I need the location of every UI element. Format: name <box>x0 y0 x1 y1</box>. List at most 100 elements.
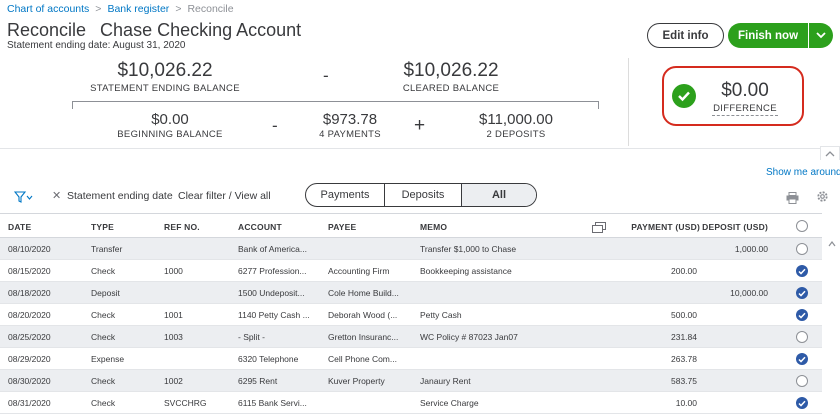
page-title: Reconcile Chase Checking Account <box>7 20 301 41</box>
tab-payments[interactable]: Payments <box>306 184 385 206</box>
table-row[interactable]: 08/18/2020 Deposit 1500 Undeposit... Cole H… <box>0 282 822 304</box>
printer-icon[interactable] <box>786 191 799 209</box>
cleared-checkbox[interactable] <box>796 397 808 409</box>
cell-payment: 10.00 <box>675 398 697 408</box>
breadcrumb-chart-of-accounts-link[interactable]: Chart of accounts <box>7 3 89 15</box>
breadcrumb-current: Reconcile <box>187 3 234 15</box>
column-header-ref[interactable]: REF NO. <box>164 222 200 232</box>
cell-ref: 1002 <box>164 376 183 386</box>
cell-ref: 1001 <box>164 310 183 320</box>
checkmark-icon <box>798 312 806 319</box>
table-row[interactable]: 08/25/2020 Check 1003 - Split - Gretton Insu… <box>0 326 822 348</box>
plus-sign: + <box>414 115 426 136</box>
cleared-checkbox[interactable] <box>796 243 808 255</box>
scrollbar[interactable] <box>826 238 838 420</box>
bracket-divider <box>598 101 599 109</box>
cleared-checkbox[interactable] <box>796 331 808 343</box>
cleared-balance-label: CLEARED BALANCE <box>402 83 500 94</box>
column-header-memo[interactable]: MEMO <box>420 222 447 232</box>
minus-sign: - <box>272 116 278 135</box>
summary-divider <box>628 58 629 146</box>
cell-type: Check <box>91 310 116 320</box>
cell-payee: Gretton Insuranc... <box>328 332 399 342</box>
cell-payment: 500.00 <box>671 310 697 320</box>
show-me-around-link[interactable]: Show me around <box>766 167 840 178</box>
cleared-balance-amount: $10,026.22 <box>403 60 499 81</box>
statement-ending-label: STATEMENT ENDING BALANCE <box>90 83 240 94</box>
cell-ref: SVCCHRG <box>164 398 207 408</box>
column-header-type[interactable]: TYPE <box>91 222 114 232</box>
minus-sign: - <box>323 66 329 85</box>
difference-label: DIFFERENCE <box>712 103 778 116</box>
cell-memo: Janaury Rent <box>420 376 471 386</box>
cell-deposit: 10,000.00 <box>730 288 768 298</box>
collapse-summary-button[interactable] <box>820 146 840 160</box>
checkmark-icon <box>798 290 806 297</box>
filter-icon[interactable] <box>13 190 34 208</box>
cell-type: Check <box>91 398 116 408</box>
cell-date: 08/10/2020 <box>8 244 51 254</box>
column-header-date[interactable]: DATE <box>8 222 31 232</box>
cleared-checkbox[interactable] <box>796 375 808 387</box>
cell-payee: Deborah Wood (... <box>328 310 398 320</box>
cell-account: Bank of America... <box>238 244 307 254</box>
select-all-checkbox[interactable] <box>796 220 808 232</box>
cleared-checkbox[interactable] <box>796 287 808 299</box>
cell-deposit: 1,000.00 <box>734 244 768 254</box>
checkmark-icon <box>798 268 806 275</box>
edit-info-button[interactable]: Edit info <box>647 23 724 48</box>
breadcrumb: Chart of accounts > Bank register > Reconcil… <box>7 3 234 15</box>
table-row[interactable]: 08/10/2020 Transfer Bank of America... Tran… <box>0 238 822 260</box>
checkmark-icon <box>798 400 806 407</box>
cell-memo: Bookkeeping assistance <box>420 266 512 276</box>
breadcrumb-bank-register-link[interactable]: Bank register <box>107 3 169 15</box>
finish-now-button[interactable]: Finish now <box>728 23 808 48</box>
table-row[interactable]: 08/31/2020 Check SVCCHRG 6115 Bank Servi...… <box>0 392 822 414</box>
cell-payment: 231.84 <box>671 332 697 342</box>
cell-payee: Kuver Property <box>328 376 385 386</box>
cleared-checkbox[interactable] <box>796 265 808 277</box>
cell-account: - Split - <box>238 332 265 342</box>
cell-type: Check <box>91 332 116 342</box>
column-header-deposit[interactable]: DEPOSIT (USD) <box>700 222 768 232</box>
payments-summary: $973.78 4 PAYMENTS <box>300 111 400 140</box>
remove-filter-icon[interactable]: ✕ <box>52 189 61 202</box>
expand-memo-icon[interactable] <box>592 220 606 238</box>
cell-payee: Cell Phone Com... <box>328 354 397 364</box>
column-header-payment[interactable]: PAYMENT (USD) <box>620 222 700 232</box>
cell-date: 08/20/2020 <box>8 310 51 320</box>
section-divider <box>0 148 822 149</box>
tab-all[interactable]: All <box>462 184 536 206</box>
chevron-down-icon <box>816 32 826 39</box>
cell-payment: 263.78 <box>671 354 697 364</box>
deposits-total: $11,000.00 <box>479 111 553 128</box>
column-header-payee[interactable]: PAYEE <box>328 222 356 232</box>
account-name: Chase Checking Account <box>100 20 302 40</box>
cleared-checkbox[interactable] <box>796 353 808 365</box>
beginning-balance-amount: $0.00 <box>151 111 189 128</box>
cell-payment: 200.00 <box>671 266 697 276</box>
cell-date: 08/18/2020 <box>8 288 51 298</box>
column-header-account[interactable]: ACCOUNT <box>238 222 282 232</box>
table-row[interactable]: 08/30/2020 Check 1002 6295 Rent Kuver Proper… <box>0 370 822 392</box>
cell-memo: Service Charge <box>420 398 479 408</box>
cell-payee: Cole Home Build... <box>328 288 399 298</box>
cell-account: 6320 Telephone <box>238 354 299 364</box>
cell-date: 08/31/2020 <box>8 398 51 408</box>
filter-chip: Statement ending date <box>67 190 173 202</box>
deposits-summary: $11,000.00 2 DEPOSITS <box>461 111 571 140</box>
clear-filter-link[interactable]: Clear filter / View all <box>178 190 271 202</box>
cell-type: Check <box>91 266 116 276</box>
payments-label: 4 PAYMENTS <box>319 129 381 140</box>
tab-deposits[interactable]: Deposits <box>385 184 462 206</box>
bracket-divider <box>72 101 73 109</box>
table-row[interactable]: 08/15/2020 Check 1000 6277 Profession... Acc… <box>0 260 822 282</box>
table-row[interactable]: 08/29/2020 Expense 6320 Telephone Cell Phon… <box>0 348 822 370</box>
cell-account: 6295 Rent <box>238 376 278 386</box>
gear-icon[interactable] <box>816 190 829 208</box>
cell-type: Check <box>91 376 116 386</box>
cleared-checkbox[interactable] <box>796 309 808 321</box>
cell-ref: 1000 <box>164 266 183 276</box>
table-row[interactable]: 08/20/2020 Check 1001 1140 Petty Cash ... De… <box>0 304 822 326</box>
finish-options-button[interactable] <box>809 23 833 48</box>
